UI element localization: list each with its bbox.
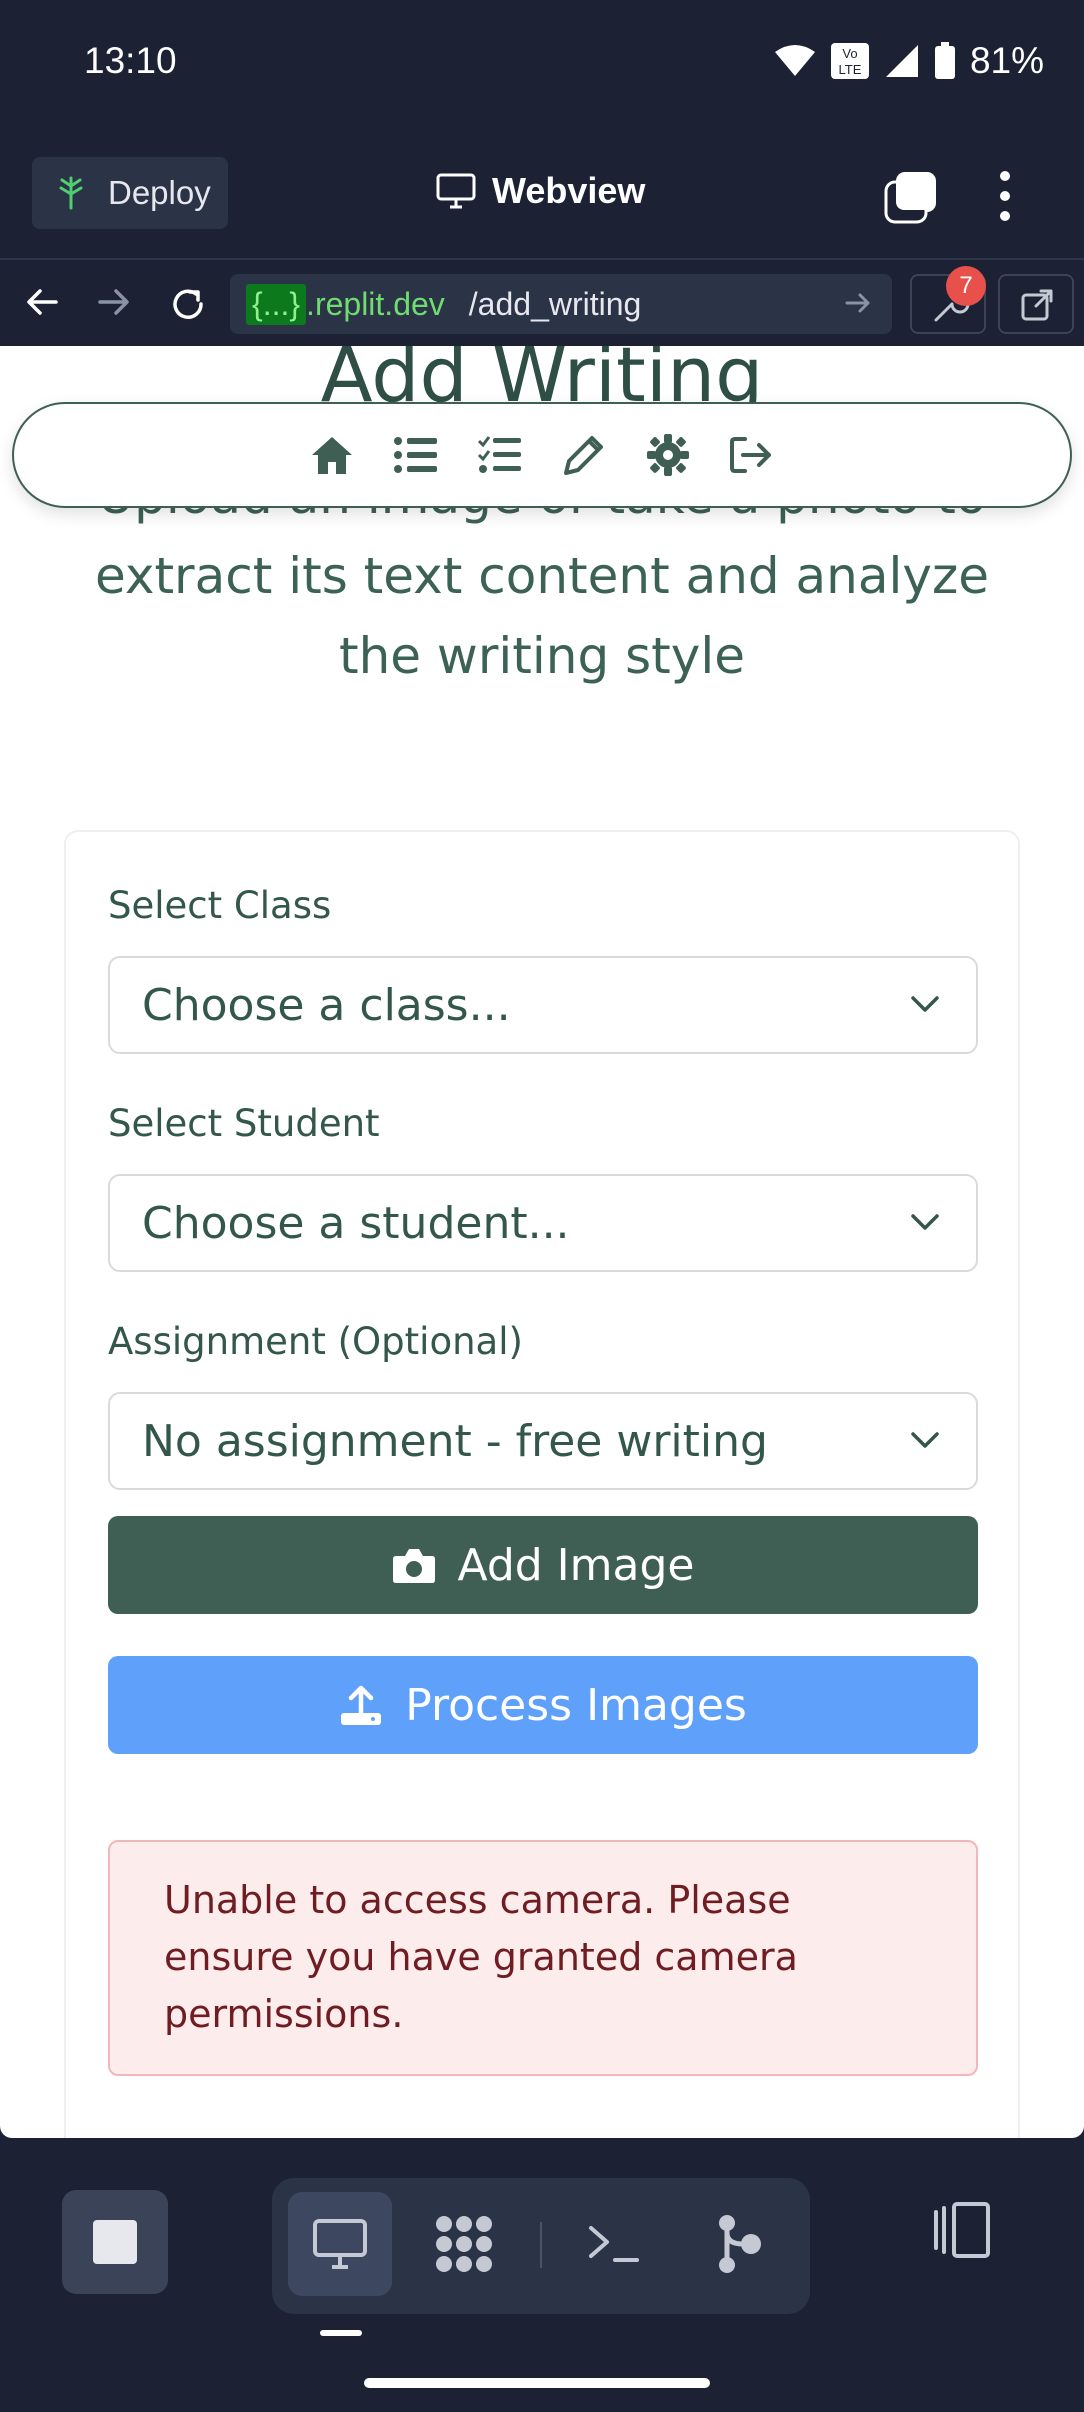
terminal-icon <box>589 2226 639 2262</box>
student-label: Select Student <box>108 1102 380 1145</box>
assignment-select-value: No assignment - free writing <box>142 1415 768 1467</box>
logout-icon[interactable] <box>727 430 777 480</box>
webview-tab-title[interactable]: Webview <box>436 170 645 212</box>
forward-arrow-icon[interactable] <box>96 284 132 320</box>
go-arrow-icon[interactable] <box>844 288 872 318</box>
svg-text:Vo: Vo <box>842 46 857 61</box>
replit-bottom-bar <box>0 2138 1084 2412</box>
git-branch-icon <box>719 2215 761 2273</box>
reload-icon[interactable] <box>168 284 208 324</box>
camera-error-alert: Unable to access camera. Please ensure y… <box>108 1840 978 2076</box>
url-path: /add_writing <box>468 285 642 322</box>
url-domain: .replit.dev <box>306 285 445 322</box>
stop-icon <box>93 2220 137 2264</box>
open-new-window-button[interactable] <box>998 274 1074 334</box>
home-gesture-bar[interactable] <box>364 2378 710 2388</box>
battery-icon <box>934 42 955 79</box>
url-token: {...} <box>246 283 307 325</box>
external-link-icon <box>1021 289 1053 321</box>
panel-layout-icon[interactable] <box>930 2198 994 2262</box>
workspace-tool-button[interactable] <box>412 2192 516 2296</box>
git-tool-button[interactable] <box>686 2192 790 2296</box>
camera-icon <box>392 1549 435 1583</box>
process-images-label: Process Images <box>405 1679 747 1731</box>
volte-icon: VoLTE <box>830 43 869 79</box>
status-icons: Vo LTE 81% <box>774 40 1044 82</box>
pencil-icon[interactable] <box>559 430 609 480</box>
upload-icon <box>341 1685 382 1725</box>
deploy-icon <box>59 176 83 210</box>
process-images-button[interactable]: Process Images <box>108 1656 978 1754</box>
wifi-icon <box>774 45 815 76</box>
stop-button[interactable] <box>62 2190 168 2294</box>
shell-tool-button[interactable] <box>562 2192 666 2296</box>
grid-dots-icon <box>436 2216 492 2272</box>
monitor-icon <box>313 2219 367 2269</box>
tool-separator <box>540 2222 542 2268</box>
tool-switcher <box>272 2178 810 2314</box>
home-icon[interactable] <box>307 430 357 480</box>
student-select-value: Choose a student... <box>142 1197 570 1249</box>
deploy-label: Deploy <box>108 174 211 211</box>
class-select-value: Choose a class... <box>142 979 511 1031</box>
clock: 13:10 <box>84 40 177 81</box>
url-input[interactable]: {...} .replit.dev/add_writing <box>230 274 892 334</box>
monitor-icon <box>436 173 476 209</box>
add-writing-form: Select Class Choose a class... Select St… <box>64 830 1020 2138</box>
list-icon[interactable] <box>391 430 441 480</box>
add-image-label: Add Image <box>457 1539 695 1591</box>
add-image-button[interactable]: Add Image <box>108 1516 978 1614</box>
signal-icon <box>885 45 918 77</box>
assignment-select[interactable]: No assignment - free writing <box>108 1392 978 1490</box>
replit-top-bar: Deploy Webview <box>0 130 1084 260</box>
more-menu-icon[interactable] <box>990 168 1020 224</box>
tabs-icon[interactable] <box>884 170 938 224</box>
chevron-down-icon <box>911 996 939 1012</box>
chevron-down-icon <box>911 1214 939 1230</box>
checklist-icon[interactable] <box>475 430 525 480</box>
webview-tool-button[interactable] <box>288 2192 392 2296</box>
svg-text:LTE: LTE <box>838 62 861 77</box>
devtools-error-badge: 7 <box>946 266 986 306</box>
battery-percent: 81% <box>969 40 1044 81</box>
webview-label: Webview <box>492 170 646 211</box>
chevron-down-icon <box>911 1432 939 1448</box>
gear-icon[interactable] <box>643 430 693 480</box>
webview-content: Add Writing Upload an image or take a ph… <box>0 346 1084 2138</box>
app-navbar <box>12 402 1072 508</box>
back-arrow-icon[interactable] <box>24 284 60 320</box>
active-tool-indicator <box>320 2330 362 2336</box>
student-select[interactable]: Choose a student... <box>108 1174 978 1272</box>
url-bar: {...} .replit.dev/add_writing 7 <box>0 262 1084 346</box>
deploy-button[interactable]: Deploy <box>32 157 228 229</box>
class-select[interactable]: Choose a class... <box>108 956 978 1054</box>
class-label: Select Class <box>108 884 332 927</box>
assignment-label: Assignment (Optional) <box>108 1320 523 1363</box>
status-bar: 13:10 Vo LTE 81% <box>0 0 1084 130</box>
